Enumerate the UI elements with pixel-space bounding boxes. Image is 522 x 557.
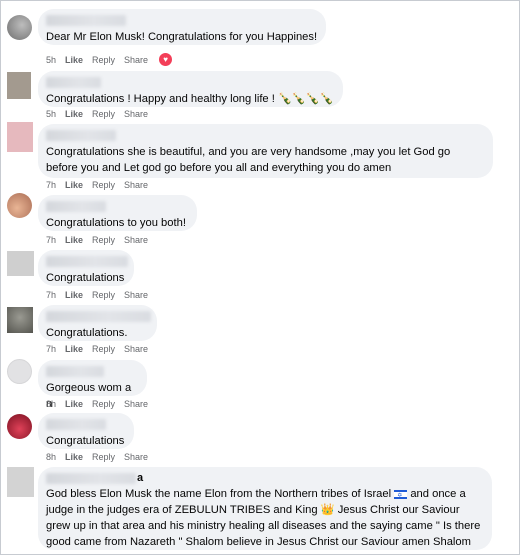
commenter-name[interactable] [46,311,151,322]
commenter-name[interactable] [46,419,106,430]
reply-button[interactable]: Reply [92,452,115,462]
love-reaction-icon[interactable]: ♥ [158,52,174,67]
comment-time[interactable]: 7h [46,235,56,245]
comment-bubble: Congratulations [38,413,134,449]
comment-text: Dear Mr Elon Musk! Congratulations for y… [46,31,318,43]
comment-text-part: God bless Elon Musk the name Elon from t… [46,488,395,500]
comment-time[interactable]: 5h [46,55,56,65]
comment-bubble: Congratulations. [38,305,157,341]
commenter-name[interactable] [46,15,126,26]
reply-button[interactable]: Reply [92,109,115,119]
comment-time[interactable]: 8h [46,452,56,462]
like-button[interactable]: Like [65,235,83,245]
comment-actions: 5h Like Reply Share [46,109,157,119]
comment-bubble: a God bless Elon Musk the name Elon from… [38,467,492,550]
reply-button[interactable]: Reply [92,180,115,190]
comment-actions: 8h Like Reply Share [46,399,157,409]
comment-time[interactable]: 7h [46,180,56,190]
comment-actions: 7h Like Reply Share [46,235,157,245]
commenter-name-row: a [46,473,492,484]
comment-bubble: Gorgeous wom a n [38,360,147,410]
share-button[interactable]: Share [124,55,148,65]
like-button[interactable]: Like [65,344,83,354]
comment-time[interactable]: 5h [46,109,56,119]
commenter-name[interactable] [46,256,128,267]
israel-flag-icon [394,488,408,504]
commenter-name[interactable] [46,201,106,212]
like-button[interactable]: Like [65,180,83,190]
comment-text: Congratulations [46,272,125,284]
share-button[interactable]: Share [124,290,148,300]
comment-actions: 7h Like Reply Share [46,180,157,190]
share-button[interactable]: Share [124,399,148,409]
avatar[interactable] [7,122,33,152]
reply-button[interactable]: Reply [92,344,115,354]
reply-button[interactable]: Reply [92,235,115,245]
avatar[interactable] [7,414,32,439]
comment-bubble: Congratulations ! Happy and healthy long… [38,71,343,107]
comment-text: Congratulations she is beautiful, and yo… [46,146,454,174]
comment-text: Congratulations ! Happy and healthy long… [46,93,334,105]
avatar[interactable] [7,193,32,218]
share-button[interactable]: Share [124,109,148,119]
share-button[interactable]: Share [124,452,148,462]
like-button[interactable]: Like [65,399,83,409]
like-button[interactable]: Like [65,452,83,462]
reply-button[interactable]: Reply [92,55,115,65]
comment-text: Congratulations [46,435,125,447]
comment-time[interactable]: 7h [46,290,56,300]
comment-bubble: Congratulations to you both! [38,195,197,231]
reply-button[interactable]: Reply [92,290,115,300]
comment-actions: 8h Like Reply Share [46,452,157,462]
reply-button[interactable]: Reply [92,399,115,409]
avatar[interactable] [7,15,32,40]
commenter-name[interactable] [46,366,104,377]
comment-bubble: Dear Mr Elon Musk! Congratulations for y… [38,9,326,45]
comment-actions: 5h Like Reply Share ♥ [46,52,182,67]
avatar[interactable] [7,359,32,384]
comment-bubble: Congratulations she is beautiful, and yo… [38,124,493,178]
commenter-name[interactable] [46,130,116,141]
like-button[interactable]: Like [65,109,83,119]
commenter-name[interactable] [46,77,101,88]
comment-text: God bless Elon Musk the name Elon from t… [46,486,492,550]
share-button[interactable]: Share [124,344,148,354]
like-button[interactable]: Like [65,290,83,300]
avatar[interactable] [7,72,31,99]
comment-text: Congratulations to you both! [46,217,186,229]
avatar[interactable] [7,251,34,276]
share-button[interactable]: Share [124,180,148,190]
commenter-name[interactable] [46,473,136,484]
commenter-name-suffix[interactable]: a [137,473,143,484]
comment-bubble: Congratulations [38,250,134,286]
comment-time[interactable]: 8h [46,399,56,409]
avatar[interactable] [7,467,34,497]
avatar[interactable] [7,307,33,333]
comment-actions: 7h Like Reply Share [46,290,157,300]
like-button[interactable]: Like [65,55,83,65]
share-button[interactable]: Share [124,235,148,245]
comment-text: Congratulations. [46,327,128,339]
comment-actions: 7h Like Reply Share [46,344,157,354]
comment-time[interactable]: 7h [46,344,56,354]
